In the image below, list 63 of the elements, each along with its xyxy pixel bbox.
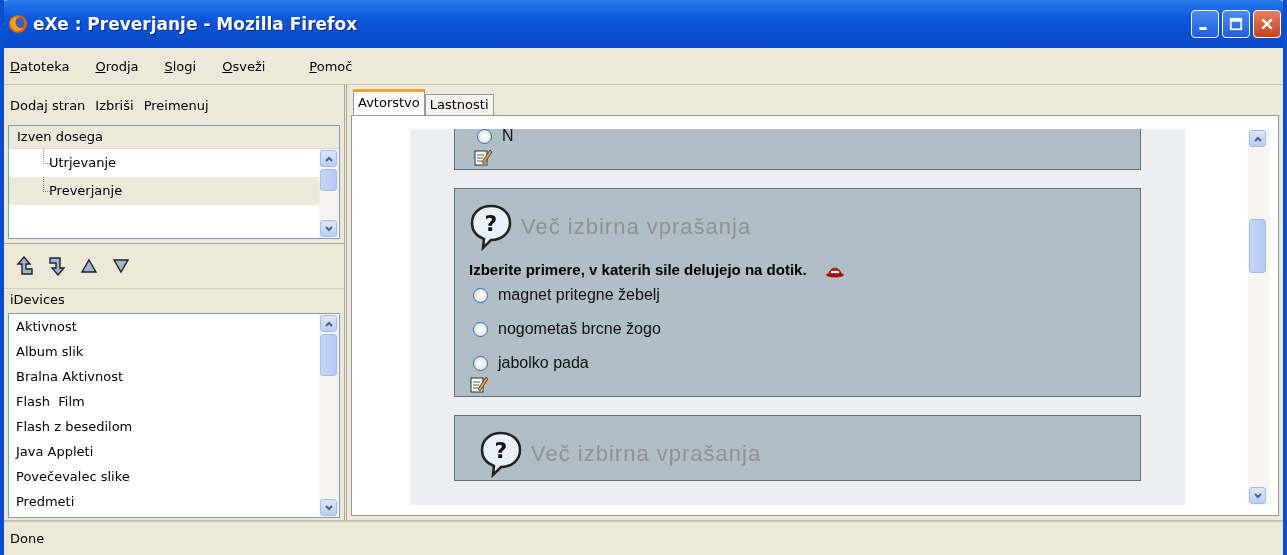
scroll-down-button[interactable] <box>320 220 337 237</box>
list-item[interactable]: Flash z besedilom <box>16 414 319 439</box>
scroll-down-button[interactable] <box>1249 487 1266 504</box>
radio-button[interactable] <box>473 287 488 303</box>
promote-arrow-icon[interactable] <box>16 256 34 276</box>
scrollbar[interactable] <box>319 314 339 517</box>
maximize-button[interactable] <box>1222 10 1250 38</box>
menu-item[interactable]: Pomoč <box>309 58 353 74</box>
list-item[interactable]: Java Appleti <box>16 439 319 464</box>
question-text: Izberite primere, v katerih sile delujejo na dotik. <box>469 261 807 278</box>
option-text: nogometaš brcne žogo <box>498 320 661 338</box>
option-text: jabolko pada <box>498 354 589 372</box>
status-text: Done <box>10 531 45 546</box>
browser-logo-icon <box>8 14 28 34</box>
tree-item[interactable]: Utrjevanje <box>9 149 319 177</box>
list-item[interactable]: Predmeti <box>16 489 319 514</box>
chevron-down-icon <box>323 223 334 234</box>
radio-button[interactable] <box>473 355 488 371</box>
tab[interactable]: Avtorstvo <box>353 89 425 115</box>
scroll-up-button[interactable] <box>320 150 337 167</box>
edit-icon[interactable] <box>473 147 493 167</box>
close-button[interactable] <box>1253 10 1281 38</box>
scroll-thumb[interactable] <box>1249 219 1266 273</box>
move-up-icon[interactable] <box>80 256 98 276</box>
minimize-button[interactable] <box>1191 10 1219 38</box>
toolbar-button[interactable]: Dodaj stran <box>10 97 86 113</box>
list-item[interactable]: Flash Film <box>16 389 319 414</box>
scrollbar[interactable] <box>319 149 339 238</box>
list-item[interactable]: Album slik <box>16 339 319 364</box>
chevron-down-icon <box>1252 490 1263 501</box>
window-title: eXe : Preverjanje - Mozilla Firefox <box>33 14 358 34</box>
menu-item[interactable]: Orodja <box>95 58 139 74</box>
menu-item[interactable]: Datoteka <box>10 58 70 74</box>
scroll-thumb[interactable] <box>320 169 337 191</box>
menu-item[interactable]: Slogi <box>164 58 197 74</box>
move-down-icon[interactable] <box>112 256 130 276</box>
menu-item[interactable]: Osveži <box>222 58 266 74</box>
list-item[interactable]: Bralna Aktivnost <box>16 364 319 389</box>
list-item[interactable]: Povečevalec slike <box>16 464 319 489</box>
maximize-icon <box>1229 17 1243 31</box>
scrollbar[interactable] <box>1248 129 1270 505</box>
chevron-down-icon <box>323 502 334 513</box>
scroll-thumb[interactable] <box>320 334 337 376</box>
close-icon <box>1260 17 1274 31</box>
demote-arrow-icon[interactable] <box>48 256 66 276</box>
scroll-down-button[interactable] <box>320 499 337 516</box>
minimize-icon <box>1199 26 1207 30</box>
question-bubble-icon: ? <box>469 203 513 251</box>
list-item[interactable]: Aktivnost <box>16 314 319 339</box>
radio-button[interactable] <box>477 129 492 144</box>
scroll-up-button[interactable] <box>1249 130 1266 147</box>
toolbar-button[interactable]: Preimenuj <box>143 97 209 113</box>
tree-item[interactable]: Preverjanje <box>9 177 319 205</box>
edit-icon[interactable] <box>469 374 489 394</box>
scroll-up-button[interactable] <box>320 315 337 332</box>
option-text: N <box>502 129 514 143</box>
toolbar-button[interactable]: Izbriši <box>95 97 134 113</box>
question-bubble-icon: ? <box>479 430 523 478</box>
idevices-label: iDevices <box>4 288 344 311</box>
radio-button[interactable] <box>473 321 488 337</box>
tab[interactable]: Lastnosti <box>424 94 494 115</box>
option-text: magnet pritegne žebelj <box>498 286 660 304</box>
tree-item[interactable]: Izven dosega <box>9 126 339 149</box>
